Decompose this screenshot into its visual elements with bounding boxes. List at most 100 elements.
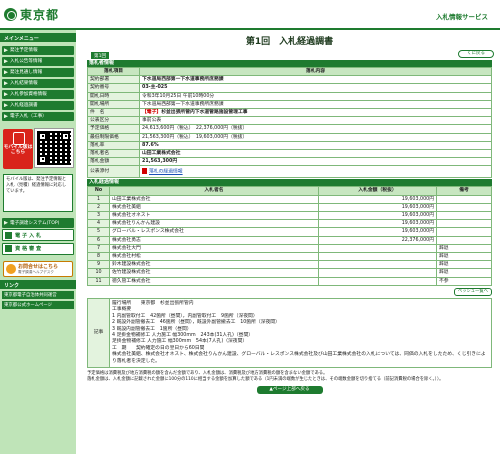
round-tab: 第1回 [91, 52, 110, 59]
table-row: 開札場所 下水道局西部第一下水道事務所庶務課 [87, 99, 492, 110]
table-row: 6 株式会社勇志 22,376,000円 [87, 235, 492, 245]
arrow-icon [4, 81, 8, 86]
sidebar-item-mitoshi[interactable]: 発注見通し情報 [2, 67, 74, 77]
table-row: 契約部署 下水道局西部第一下水道事務所庶務課 [87, 75, 492, 85]
more-button[interactable]: ペッシュ一覧へ [453, 287, 492, 296]
sidebar-links-title: リンク [0, 280, 76, 289]
bid-section-title: 入札経過情報 [87, 179, 492, 187]
sidebar-item-label: 入札経過調書 [10, 103, 38, 109]
mobile-note: モバイル版は、発注予定情報と入札（見積）経過情報に対応しています。 [3, 173, 73, 212]
site-header: 東京都 入札情報サービス [0, 0, 500, 30]
main-content: 第1回 入札経過調書 第1回 くに戻る 落札者情報 落札項目 落札内容 契約部署… [79, 30, 500, 454]
sidebar-item-kekka[interactable]: 入札結果情報 [2, 78, 74, 88]
logo-text: 東京都 [20, 8, 60, 22]
bid-name-cell: 株式会社勇志 [109, 235, 319, 245]
row-label: 予定価格 [87, 124, 140, 134]
sidebar-item-nyusatsu-koukoku[interactable]: 入札公告等情報 [2, 56, 74, 66]
bid-note-cell [436, 219, 492, 229]
table-row: 落札者名 山田工業株式会社 [87, 149, 492, 159]
row-value: 03-主-025 [139, 83, 492, 93]
tokyo-logo[interactable]: 東京都 [4, 6, 59, 23]
row-value: 山田工業株式会社 [139, 149, 492, 159]
bid-amount-cell: 19,603,000円 [317, 227, 438, 237]
sidebar-item-label: 発注予定情報 [10, 48, 38, 54]
col-header-note: 備考 [436, 186, 492, 196]
bid-amount-cell: 19,603,000円 [317, 202, 438, 213]
table-row: 1 山田工業株式会社 19,603,000円 [87, 194, 492, 204]
table-row: 4 株式会社りんかん建設 19,603,000円 [87, 219, 492, 229]
page-top-button[interactable]: ▲ページ上部へ戻る [256, 385, 323, 394]
sidebar-item-keika[interactable]: 入札経過調書 [2, 100, 74, 110]
service-title: 入札情報サービス [436, 13, 488, 21]
link-label: 東京都電子自治体共同運営 [4, 292, 57, 298]
row-value: 事前公表 [139, 116, 492, 126]
row-value: 21,563,300円 [139, 157, 492, 167]
bid-note-cell [436, 235, 492, 245]
headset-icon [6, 264, 16, 274]
bid-no-cell: 8 [87, 252, 110, 262]
table-header-row: No 入札者名 入札金額（税抜） 備考 [87, 186, 492, 196]
bid-name-cell: 徳久管工株式会社 [109, 276, 319, 286]
table-row: 予定価格 24,613,600円（税込） 22,376,000円（税抜） [87, 124, 492, 134]
sidebar-item-label: 電子調達システム(TOP) [10, 220, 60, 226]
square-icon [5, 231, 12, 239]
table-row: 契約番号 03-主-025 [87, 83, 492, 93]
row-label: 落札率 [87, 140, 140, 151]
link-label: 東京都公式ホームページ [4, 302, 53, 308]
bid-no-cell: 1 [87, 194, 110, 204]
sidebar-menu: 発注予定情報 入札公告等情報 発注見通し情報 入札結果情報 入札参加資格情報 入… [0, 42, 76, 125]
bid-amount-cell [317, 243, 438, 254]
bid-amount-cell [317, 268, 438, 278]
bid-note-cell [436, 227, 492, 237]
footnote-amount: 落札金額は、入札金額に記載された金額に100分の110に相当する金額を加算した額… [87, 376, 444, 382]
row-label: 開札場所 [87, 99, 140, 110]
sidebar-item-denshi-koji[interactable]: 電子入札（工事） [2, 111, 74, 121]
table-row: 7 株式会社大門 辞退 [87, 243, 492, 254]
mobile-promo: モバイル版はこちら [3, 127, 74, 171]
inquiry-banner[interactable]: お問合せはこちら 電子調達ヘルプデスク [3, 261, 73, 277]
bid-amount-cell [317, 252, 438, 262]
bid-name-cell: 佐竹建設株式会社 [109, 268, 319, 278]
bid-amount-cell: 22,376,000円 [317, 235, 438, 245]
link-kyodo-unei[interactable]: 東京都電子自治体共同運営 [2, 290, 74, 299]
table-row: 9 鈴木建設株式会社 辞退 [87, 260, 492, 270]
bid-amount-cell [317, 276, 438, 286]
bid-amount-cell: 19,603,000円 [317, 194, 438, 204]
link-tokyo-official[interactable]: 東京都公式ホームページ [2, 300, 74, 309]
sidebar-item-system-top[interactable]: 電子調達システム(TOP) [2, 218, 74, 228]
row-label: 最低制限価格 [87, 132, 140, 142]
arrow-icon [4, 220, 8, 225]
col-header-content: 落札内容 [139, 66, 492, 77]
bid-no-cell: 2 [87, 202, 110, 213]
back-button[interactable]: くに戻る [458, 50, 494, 58]
bid-name-cell: 株式会社美組 [109, 202, 319, 213]
result-content: 落札者情報 落札項目 落札内容 契約部署 下水道局西部第一下水道事務所庶務課 契約… [87, 60, 492, 394]
bid-amount-cell: 19,603,000円 [317, 219, 438, 229]
electronic-tag: 【電子】 [142, 110, 162, 116]
bid-name-cell: 株式会社村松 [109, 252, 319, 262]
sidebar-item-denshi-nyusatsu[interactable]: 電 子 入 札 [2, 229, 74, 241]
row-value: 87.6% [139, 140, 492, 151]
bid-note-cell: 不参 [436, 276, 492, 286]
row-label: 落札金額 [87, 157, 140, 167]
sidebar-item-shikaku-shinsa[interactable]: 資 格 審 査 [2, 242, 74, 255]
row-label: 件 名 [87, 108, 140, 118]
bid-amount-cell: 19,603,000円 [317, 211, 438, 221]
sidebar-item-shikaku[interactable]: 入札参加資格情報 [2, 89, 74, 99]
sidebar-item-hatchu-yotei[interactable]: 発注予定情報 [2, 45, 74, 55]
table-row: 記事 履行場所 東京都 杉並出張所管内 工事概要 1 内副管取付工 42箇所（昼間）… [87, 297, 492, 368]
table-row: 落札金額 21,563,300円 [87, 157, 492, 167]
mobile-version-button[interactable]: モバイル版はこちら [3, 128, 33, 169]
row-label: 落札者名 [87, 149, 140, 159]
table-row: 11 徳久管工株式会社 不参 [87, 276, 492, 286]
sidebar-item-label: 入札公告等情報 [10, 59, 43, 65]
arrow-icon [4, 103, 8, 108]
sidebar-item-label: 発注見通し情報 [10, 70, 43, 76]
remarks-label: 記事 [87, 297, 110, 368]
row-value: 令和3年10月25日 午前10時00分 [139, 91, 492, 101]
bid-name-cell: 株式会社りんかん建設 [109, 219, 319, 229]
square-icon [5, 245, 12, 252]
table-row: 公表添付 落札の経過情報 [87, 165, 492, 179]
attachment-link[interactable]: 落札の経過情報 [149, 170, 183, 175]
row-label: 公表区分 [87, 116, 140, 126]
